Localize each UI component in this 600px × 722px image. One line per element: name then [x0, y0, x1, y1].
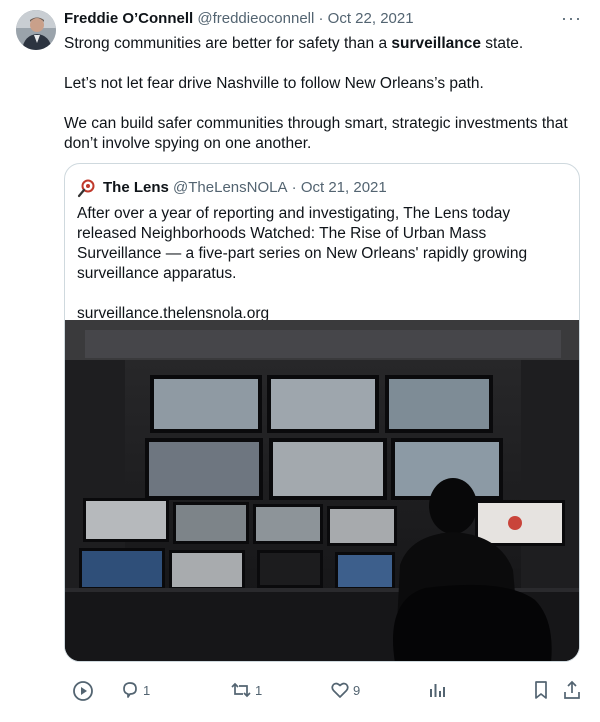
quoted-separator-dot: · [291, 179, 297, 196]
quoted-paragraph: After over a year of reporting and inves… [77, 205, 528, 282]
tweet-text-bold: surveillance [391, 35, 481, 52]
tweet-paragraph-2: Let’s not let fear drive Nashville to fo… [64, 75, 484, 92]
separator-dot: · [318, 10, 324, 27]
quoted-tweet[interactable]: The Lens @TheLensNOLA · Oct 21, 2021 Aft… [64, 163, 580, 662]
tweet-paragraph-1: Strong communities are better for safety… [64, 34, 584, 54]
reply-count: 1 [143, 682, 151, 698]
like-button[interactable]: 9 [330, 680, 360, 700]
bookmark-icon[interactable] [532, 680, 550, 700]
tweet-text: Strong communities are better for safety… [64, 34, 584, 174]
quoted-author-name[interactable]: The Lens [103, 178, 169, 198]
tweet-paragraph-3: We can build safer communities through s… [64, 115, 568, 152]
tweet-header: Freddie O’Connell @freddieoconnell · Oct… [64, 9, 414, 29]
author-name[interactable]: Freddie O’Connell [64, 10, 193, 27]
tweet-card: Freddie O’Connell @freddieoconnell · Oct… [0, 0, 600, 722]
tweet-text-post: state. [481, 35, 524, 52]
views-icon[interactable] [428, 680, 446, 700]
like-icon [331, 682, 349, 698]
lens-logo-icon [77, 179, 95, 198]
quoted-date[interactable]: Oct 21, 2021 [301, 178, 387, 198]
more-icon[interactable]: ··· [561, 8, 582, 29]
retweet-button[interactable]: 1 [230, 680, 262, 700]
like-count: 9 [353, 682, 361, 698]
play-icon[interactable] [72, 680, 94, 702]
retweet-icon [231, 682, 251, 698]
reply-button[interactable]: 1 [120, 680, 150, 700]
author-avatar[interactable] [16, 10, 56, 50]
tweet-date[interactable]: Oct 22, 2021 [328, 10, 414, 27]
author-handle[interactable]: @freddieoconnell [197, 10, 314, 27]
quoted-photo-surveillance-room[interactable] [65, 320, 580, 662]
share-icon[interactable] [562, 680, 582, 700]
action-bar: 1 1 9 [0, 680, 600, 710]
tweet-text-pre: Strong communities are better for safety… [64, 35, 392, 52]
reply-icon [123, 682, 137, 698]
quoted-author-handle[interactable]: @TheLensNOLA [173, 178, 287, 198]
retweet-count: 1 [255, 682, 263, 698]
quoted-tweet-header: The Lens @TheLensNOLA · Oct 21, 2021 [77, 178, 387, 198]
